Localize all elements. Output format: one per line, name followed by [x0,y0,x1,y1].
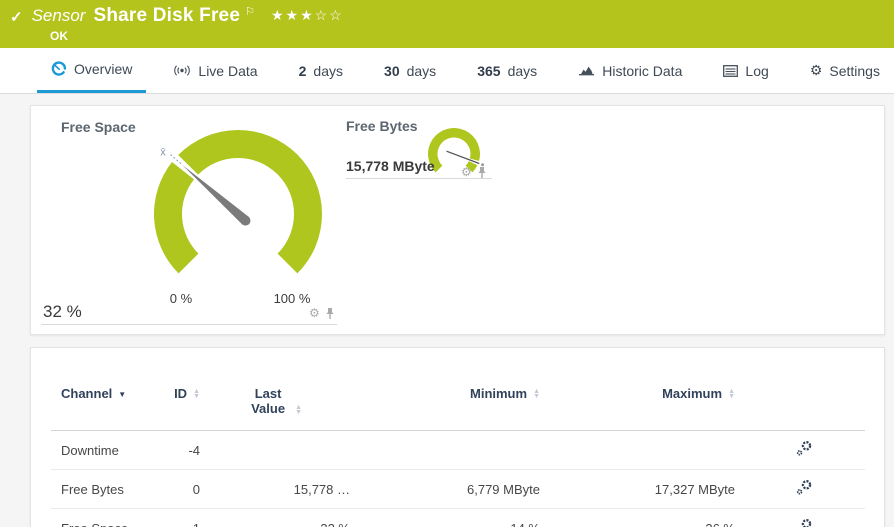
column-label: Minimum [470,386,527,401]
historic-data-icon [578,64,595,77]
sort-icon: ▲▼ [295,405,302,415]
tab-label: Settings [829,63,880,79]
cell-minimum: 14 % [358,509,548,527]
column-header-id[interactable]: ID ▲▼ [166,348,208,431]
gauge-scale-max: 100 % [262,291,322,306]
cell-last-value [208,431,358,470]
cell-id: -4 [166,431,208,470]
cell-minimum [358,431,548,470]
cell-id: 0 [166,470,208,509]
column-label: ID [174,386,187,401]
tile-divider [41,324,337,325]
gauge-icon [51,61,67,77]
sort-icon: ▲▼ [193,389,200,399]
tab-label: days [508,63,538,79]
channels-panel: Channel▼ ID▲▼ Last Value▲▼ Minimum▲▼ Max [30,347,885,527]
tab-number: 30 [384,63,400,79]
free-space-value: 32 % [43,302,82,322]
cell-channel: Free Space [51,509,166,527]
column-header-actions [743,348,865,431]
free-bytes-value: 15,778 MByte [346,158,435,174]
channel-settings-icon[interactable] [796,518,813,527]
column-header-channel[interactable]: Channel ▼ [51,348,166,431]
status-check-icon: ✓ [10,8,23,26]
cell-channel: Free Bytes [51,470,166,509]
channel-row[interactable]: Free Space 1 32 % 14 % 36 % [51,509,865,527]
column-header-maximum[interactable]: Maximum ▲▼ [548,348,743,431]
live-data-icon [173,64,191,77]
pin-icon[interactable] [477,166,487,179]
tab-2-days[interactable]: 2 days [285,48,357,93]
tab-label: days [407,63,437,79]
tab-number: 365 [477,63,500,79]
tab-number: 2 [299,63,307,79]
free-bytes-tile-title: Free Bytes [346,118,418,134]
pin-icon[interactable] [325,307,335,320]
tab-live-data[interactable]: Live Data [159,48,271,93]
tab-30-days[interactable]: 30 days [370,48,450,93]
tab-label: Log [745,63,768,79]
sensor-title: Share Disk Free [93,5,240,27]
svg-text:x̄: x̄ [160,146,166,158]
channel-settings-icon[interactable] [796,479,813,496]
tab-365-days[interactable]: 365 days [463,48,551,93]
gear-icon: ⚙ [810,62,823,79]
gauges-panel: Free Space x̄ 0 % 100 % 32 % ⚙ Free Byte… [30,105,885,335]
sort-desc-icon: ▼ [118,390,126,399]
page-content: Free Space x̄ 0 % 100 % 32 % ⚙ Free Byte… [0,94,894,527]
tab-overview[interactable]: Overview [37,48,146,93]
cell-maximum: 17,327 MByte [548,470,743,509]
prtg-sensor-page: ✓ Sensor Share Disk Free ⚐ ★★★☆☆ OK Over… [0,0,894,527]
tile-divider [346,178,492,179]
tile-gear-icon[interactable]: ⚙ [309,306,320,320]
sensor-header: ✓ Sensor Share Disk Free ⚐ ★★★☆☆ OK [0,0,894,48]
object-kind-label: Sensor [32,6,86,26]
tab-label: Overview [74,61,132,77]
cell-maximum: 36 % [548,509,743,527]
cell-last-value: 32 % [208,509,358,527]
column-label: Maximum [662,386,722,401]
column-label: Last Value [247,386,289,416]
column-label: Channel [61,386,112,401]
tab-label: days [313,63,343,79]
log-icon [723,65,738,77]
priority-stars[interactable]: ★★★☆☆ [271,7,344,24]
tab-bar: Overview Live Data 2 days 30 days 365 [0,48,894,94]
sort-icon: ▲▼ [728,389,735,399]
channel-row[interactable]: Downtime -4 [51,431,865,470]
cell-id: 1 [166,509,208,527]
cell-minimum: 6,779 MByte [358,470,548,509]
column-header-last-value[interactable]: Last Value ▲▼ [208,348,358,431]
sort-icon: ▲▼ [533,389,540,399]
flag-icon[interactable]: ⚐ [245,5,255,18]
cell-channel: Downtime [51,431,166,470]
channels-table: Channel▼ ID▲▼ Last Value▲▼ Minimum▲▼ Max [51,348,865,527]
channel-row[interactable]: Free Bytes 0 15,778 … 6,779 MByte 17,327… [51,470,865,509]
channel-settings-icon[interactable] [796,440,813,457]
cell-last-value: 15,778 … [208,470,358,509]
tab-log[interactable]: Log [709,48,782,93]
tab-label: Live Data [198,63,257,79]
status-badge: OK [50,29,68,43]
tab-settings[interactable]: ⚙ Settings [796,48,894,93]
gauge-scale-min: 0 % [151,291,211,306]
tab-historic-data[interactable]: Historic Data [564,48,696,93]
tile-gear-icon[interactable]: ⚙ [461,165,472,179]
column-header-minimum[interactable]: Minimum ▲▼ [358,348,548,431]
tab-label: Historic Data [602,63,682,79]
cell-maximum [548,431,743,470]
